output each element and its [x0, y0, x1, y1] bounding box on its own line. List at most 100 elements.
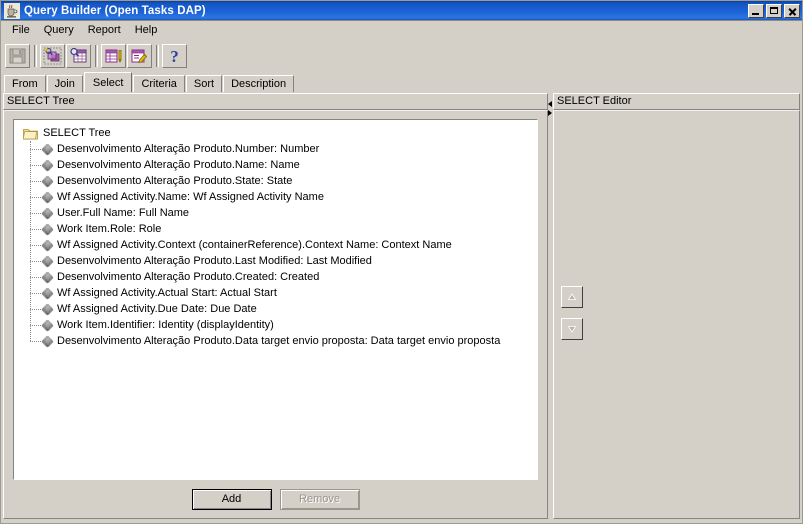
- tree-node-bullet-icon: [41, 286, 54, 300]
- tabstrip: From Join Select Criteria Sort Descripti…: [1, 71, 802, 92]
- select-tree: SELECT Tree Desenvolvimento Alteração Pr…: [14, 120, 537, 349]
- add-button[interactable]: Add: [191, 488, 272, 510]
- select-tree-body: SELECT Tree Desenvolvimento Alteração Pr…: [3, 110, 583, 519]
- tree-node[interactable]: Work Item.Role: Role: [19, 221, 537, 237]
- maximize-button[interactable]: [766, 3, 782, 18]
- move-down-button: [561, 318, 583, 340]
- toolbar-separator-2: [95, 45, 98, 67]
- query-builder-window: Query Builder (Open Tasks DAP) File Quer…: [0, 0, 803, 524]
- edit-report-button[interactable]: [101, 44, 126, 68]
- tab-from[interactable]: From: [4, 75, 46, 92]
- tab-join[interactable]: Join: [46, 75, 83, 92]
- tree-node[interactable]: Desenvolvimento Alteração Produto.Name: …: [19, 157, 537, 173]
- tree-node[interactable]: Work Item.Identifier: Identity (displayI…: [19, 317, 537, 333]
- tree-root-label: SELECT Tree: [43, 127, 111, 139]
- tree-node-bullet-icon: [41, 190, 54, 204]
- tree-node-label: Work Item.Role: Role: [57, 223, 162, 235]
- edit-properties-button[interactable]: [127, 44, 152, 68]
- remove-button: Remove: [279, 488, 360, 510]
- select-tree-scrollpane[interactable]: SELECT Tree Desenvolvimento Alteração Pr…: [13, 119, 538, 480]
- tree-node-bullet-icon: [41, 270, 54, 284]
- tree-node-bullet-icon: [41, 142, 54, 156]
- tree-node[interactable]: Wf Assigned Activity.Name: Wf Assigned A…: [19, 189, 537, 205]
- move-up-button: [561, 286, 583, 308]
- select-editor-content[interactable]: [563, 119, 790, 518]
- java-coffee-cup-icon: [4, 2, 20, 19]
- minimize-button[interactable]: [748, 3, 764, 18]
- menu-help[interactable]: Help: [128, 22, 165, 39]
- tree-leaf-list: Desenvolvimento Alteração Produto.Number…: [19, 141, 537, 349]
- toolbar: ?: [1, 41, 802, 71]
- select-editor-pane: SELECT Editor: [553, 93, 800, 519]
- tab-criteria[interactable]: Criteria: [133, 75, 185, 92]
- find-table-button[interactable]: [66, 44, 91, 68]
- help-question-icon: ?: [170, 47, 179, 65]
- tree-node-bullet-icon: [41, 302, 54, 316]
- titlebar: Query Builder (Open Tasks DAP): [1, 1, 802, 21]
- tree-node-label: Wf Assigned Activity.Name: Wf Assigned A…: [57, 191, 324, 203]
- help-button[interactable]: ?: [162, 44, 187, 68]
- move-buttons: [561, 286, 583, 340]
- move-up-icon: [567, 293, 577, 300]
- tree-node-label: Wf Assigned Activity.Actual Start: Actua…: [57, 287, 277, 299]
- tree-node-bullet-icon: [41, 174, 54, 188]
- tree-node-label: Wf Assigned Activity.Due Date: Due Date: [57, 303, 257, 315]
- tree-node-label: Desenvolvimento Alteração Produto.Last M…: [57, 255, 372, 267]
- tree-node-label: Desenvolvimento Alteração Produto.Data t…: [57, 335, 501, 347]
- tree-root-node[interactable]: SELECT Tree: [19, 125, 537, 141]
- menu-report[interactable]: Report: [81, 22, 128, 39]
- menu-query[interactable]: Query: [37, 22, 81, 39]
- tree-node-bullet-icon: [41, 158, 54, 172]
- window-controls: [748, 3, 800, 18]
- tree-node[interactable]: Wf Assigned Activity.Context (containerR…: [19, 237, 537, 253]
- tree-node-bullet-icon: [41, 238, 54, 252]
- menubar: File Query Report Help: [1, 21, 802, 41]
- select-editor-body[interactable]: [553, 110, 800, 519]
- tree-node[interactable]: Wf Assigned Activity.Actual Start: Actua…: [19, 285, 537, 301]
- tree-node-label: Desenvolvimento Alteração Produto.State:…: [57, 175, 293, 187]
- select-tree-pane: SELECT Tree SELECT Tree Desenvolvimento …: [3, 93, 583, 519]
- splitter-collapse-left-icon[interactable]: [548, 101, 552, 107]
- tree-button-row: Add Remove: [13, 480, 538, 518]
- tab-description[interactable]: Description: [223, 75, 295, 92]
- tab-sort[interactable]: Sort: [185, 75, 223, 92]
- move-down-icon: [567, 326, 577, 333]
- tree-node-bullet-icon: [41, 222, 54, 236]
- tree-node[interactable]: Desenvolvimento Alteração Produto.Number…: [19, 141, 537, 157]
- close-button[interactable]: [784, 3, 800, 18]
- select-editor-title: SELECT Editor: [553, 93, 800, 110]
- tree-node[interactable]: Desenvolvimento Alteração Produto.Create…: [19, 269, 537, 285]
- tree-node-bullet-icon: [41, 318, 54, 332]
- tree-node[interactable]: Desenvolvimento Alteração Produto.State:…: [19, 173, 537, 189]
- tree-node-label: User.Full Name: Full Name: [57, 207, 190, 219]
- folder-icon: [22, 127, 38, 140]
- edit-properties-icon: [131, 49, 148, 64]
- tree-node-bullet-icon: [41, 206, 54, 220]
- edit-report-icon: [105, 49, 122, 63]
- splitter-collapse-right-icon[interactable]: [548, 110, 552, 116]
- tree-node[interactable]: Desenvolvimento Alteração Produto.Data t…: [19, 333, 537, 349]
- svg-text:?: ?: [170, 47, 179, 65]
- content-area: SELECT Tree SELECT Tree Desenvolvimento …: [3, 93, 800, 519]
- save-button: [5, 44, 30, 68]
- select-tree-title: SELECT Tree: [3, 93, 548, 110]
- new-query-button[interactable]: [40, 44, 65, 68]
- tree-node-label: Work Item.Identifier: Identity (displayI…: [57, 319, 274, 331]
- toolbar-separator-1: [34, 45, 37, 67]
- tab-select[interactable]: Select: [83, 72, 133, 92]
- toolbar-separator-3: [156, 45, 159, 67]
- tree-node[interactable]: User.Full Name: Full Name: [19, 205, 537, 221]
- new-query-icon: [43, 47, 62, 65]
- tree-node[interactable]: Wf Assigned Activity.Due Date: Due Date: [19, 301, 537, 317]
- select-editor-panel: SELECT Editor: [553, 93, 800, 519]
- tree-node-label: Wf Assigned Activity.Context (containerR…: [57, 239, 452, 251]
- tree-node[interactable]: Desenvolvimento Alteração Produto.Last M…: [19, 253, 537, 269]
- tree-node-bullet-icon: [41, 334, 54, 348]
- window-title: Query Builder (Open Tasks DAP): [24, 4, 206, 17]
- save-icon: [9, 48, 26, 64]
- tree-node-label: Desenvolvimento Alteração Produto.Name: …: [57, 159, 300, 171]
- menu-file[interactable]: File: [5, 22, 37, 39]
- tree-node-label: Desenvolvimento Alteração Produto.Create…: [57, 271, 320, 283]
- tree-node-bullet-icon: [41, 254, 54, 268]
- select-tree-panel: SELECT Tree SELECT Tree Desenvolvimento …: [3, 93, 583, 519]
